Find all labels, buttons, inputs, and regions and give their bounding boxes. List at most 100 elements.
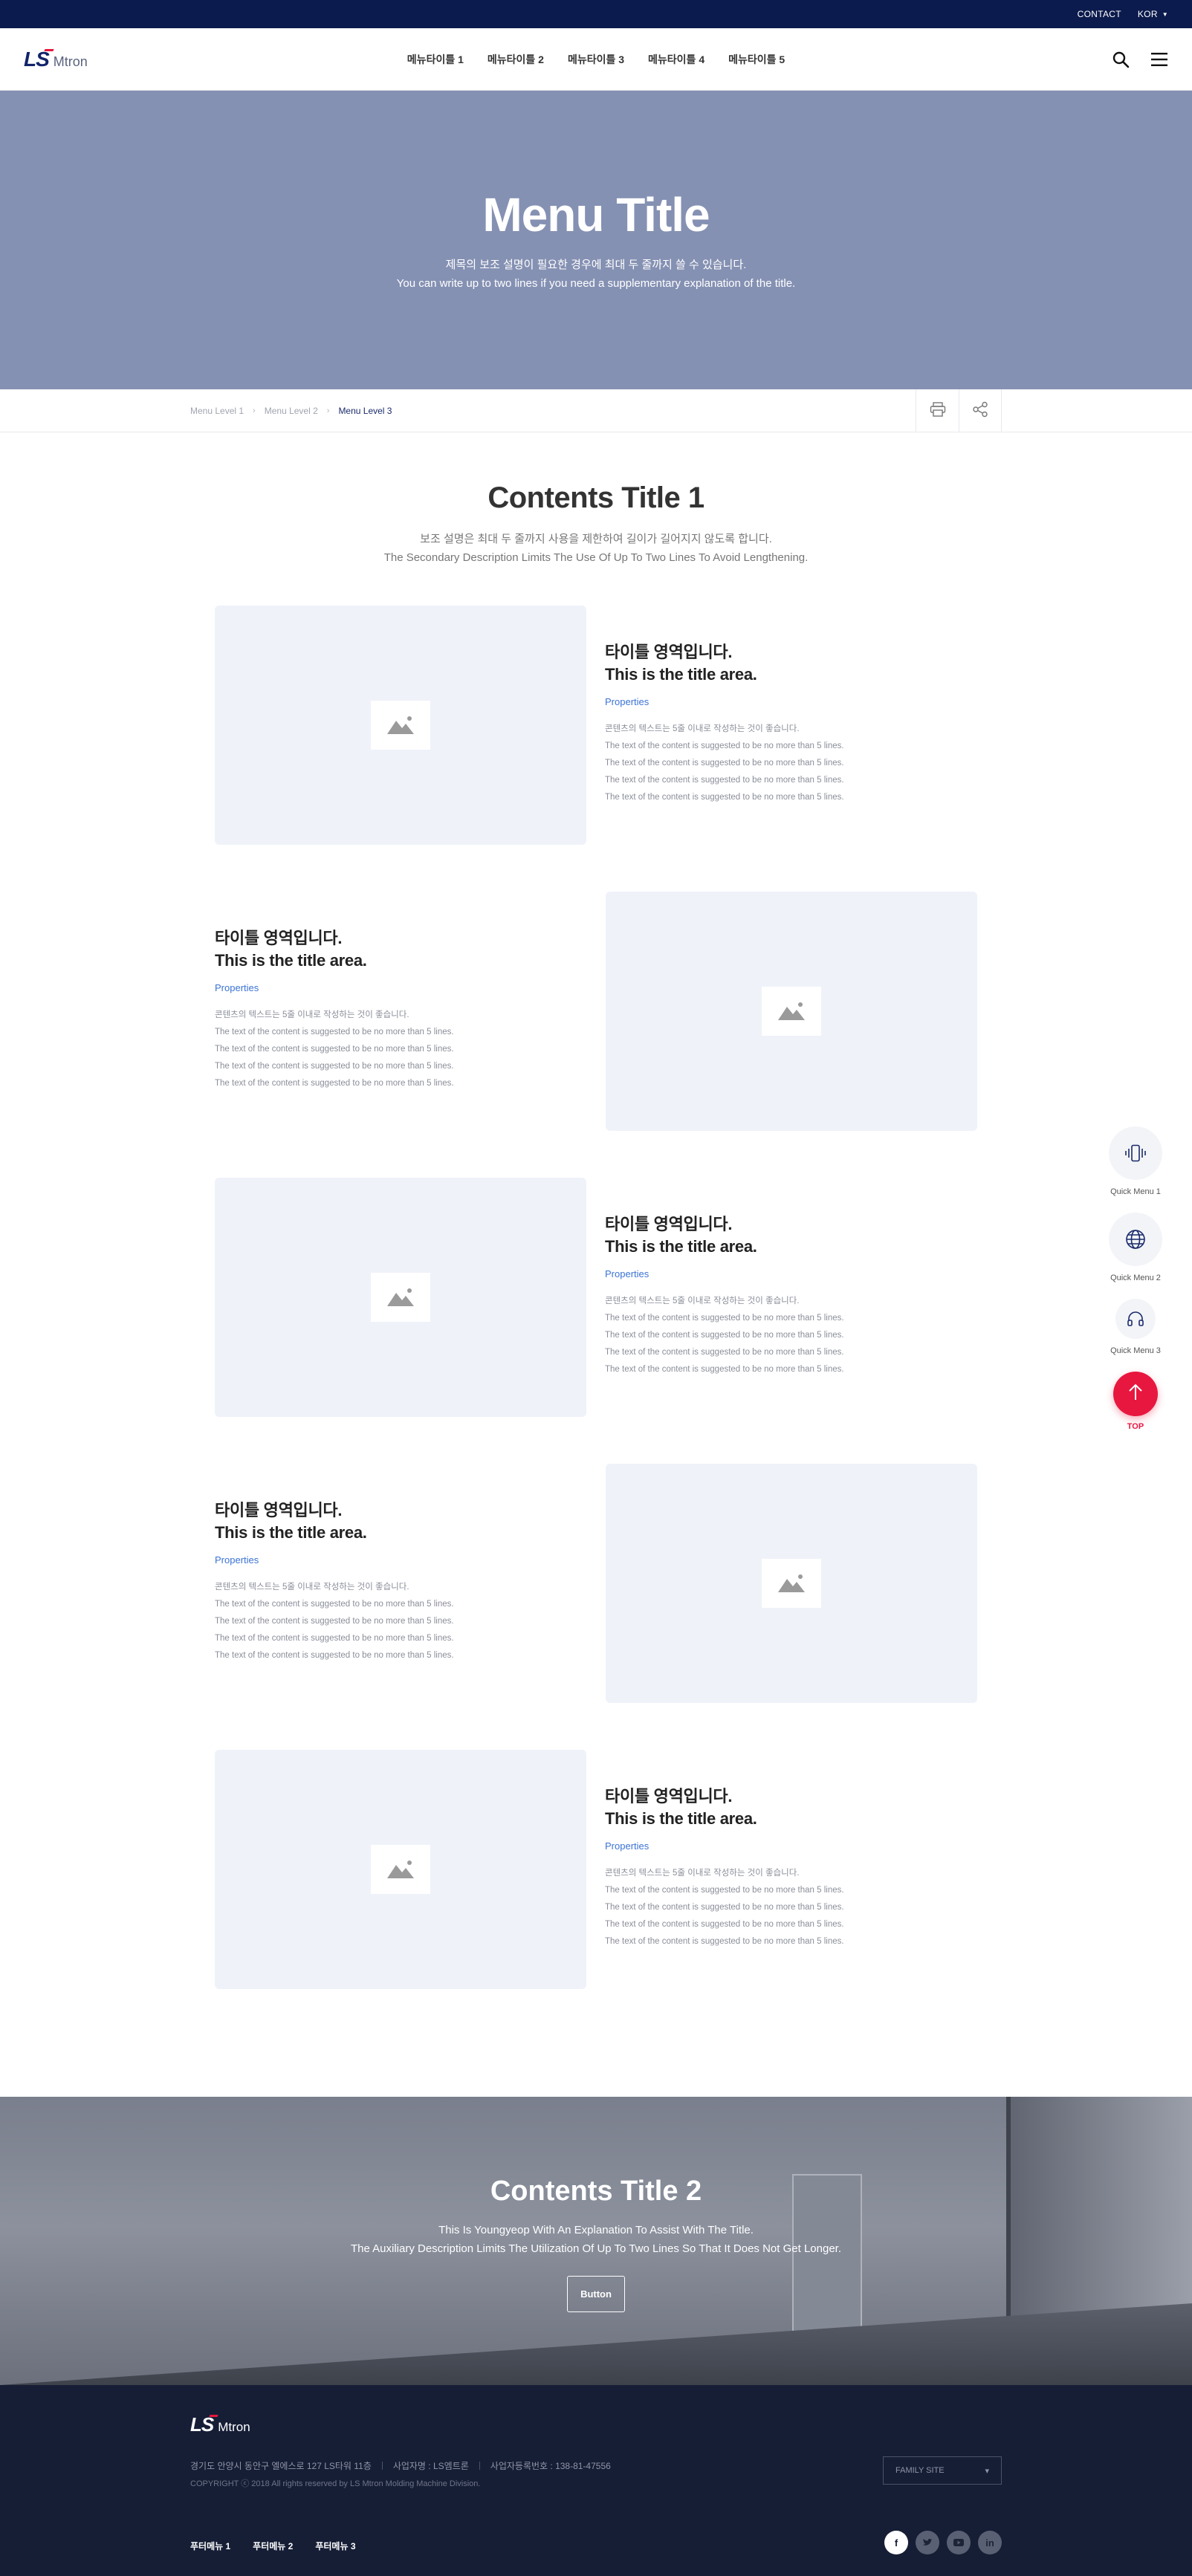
info-divider xyxy=(381,2462,383,2470)
contact-link[interactable]: CONTACT xyxy=(1078,9,1121,19)
description-line: The text of the content is suggested to … xyxy=(605,1365,844,1374)
nav-item-2[interactable]: 메뉴타이틀 2 xyxy=(488,52,544,67)
quick-menu-label: Quick Menu 1 xyxy=(1110,1187,1161,1196)
quick-menu-item-2[interactable]: Quick Menu 2 xyxy=(1108,1213,1163,1282)
page-hero: Menu Title 제목의 보조 설명이 필요한 경우에 최대 두 줄까지 쓸… xyxy=(0,91,1192,389)
content-title-en: This is the title area. xyxy=(605,1237,757,1256)
content-description: 콘텐츠의 텍스트는 5줄 이내로 작성하는 것이 좋습니다. The text … xyxy=(605,1865,902,1950)
content-description: 콘텐츠의 텍스트는 5줄 이내로 작성하는 것이 좋습니다. The text … xyxy=(215,1579,512,1664)
description-line: 콘텐츠의 텍스트는 5줄 이내로 작성하는 것이 좋습니다. xyxy=(605,1297,800,1305)
top-utility-bar: CONTACT KOR ▼ xyxy=(0,0,1192,28)
description-line: 콘텐츠의 텍스트는 5줄 이내로 작성하는 것이 좋습니다. xyxy=(605,724,800,733)
section-1-desc-en: The Secondary Description Limits The Use… xyxy=(383,551,809,564)
facebook-icon[interactable]: f xyxy=(884,2531,908,2554)
section-2-desc-1: This Is Youngyeop With An Explanation To… xyxy=(438,2224,754,2236)
content-row: 타이틀 영역입니다. This is the title area. Prope… xyxy=(0,1464,1192,1750)
print-button[interactable] xyxy=(916,389,959,432)
description-line: The text of the content is suggested to … xyxy=(215,1617,454,1626)
image-placeholder xyxy=(606,1464,977,1703)
content-description: 콘텐츠의 텍스트는 5줄 이내로 작성하는 것이 좋습니다. The text … xyxy=(605,1293,902,1378)
company-name: 사업자명 : LS엠트론 xyxy=(392,2461,469,2471)
nav-item-3[interactable]: 메뉴타이틀 3 xyxy=(568,52,624,67)
scroll-top-item[interactable]: TOP xyxy=(1108,1372,1163,1431)
site-header: LS Mtron 메뉴타이틀 1 메뉴타이틀 2 메뉴타이틀 3 메뉴타이틀 4… xyxy=(0,28,1192,91)
description-line: The text of the content is suggested to … xyxy=(605,1331,844,1340)
language-label: KOR xyxy=(1137,9,1158,19)
description-line: The text of the content is suggested to … xyxy=(215,1062,454,1071)
youtube-icon[interactable] xyxy=(947,2531,971,2554)
scroll-top-label: TOP xyxy=(1127,1422,1144,1431)
nav-item-4[interactable]: 메뉴타이틀 4 xyxy=(648,52,704,67)
content-title-ko: 타이틀 영역입니다. xyxy=(215,929,343,947)
image-icon xyxy=(371,701,430,750)
nav-item-1[interactable]: 메뉴타이틀 1 xyxy=(407,52,464,67)
hamburger-menu-icon[interactable] xyxy=(1150,51,1168,68)
content-text: 타이틀 영역입니다. This is the title area. Prope… xyxy=(605,1785,902,1950)
company-address: 경기도 안양시 동안구 엘에스로 127 LS타워 11층 xyxy=(190,2461,372,2471)
breadcrumb-level-1[interactable]: Menu Level 1 xyxy=(190,406,244,416)
image-icon xyxy=(371,1273,430,1322)
footer-logo-mark: LS xyxy=(190,2413,214,2436)
banner-button[interactable]: Button xyxy=(567,2276,625,2312)
description-line: The text of the content is suggested to … xyxy=(215,1045,454,1054)
description-line: The text of the content is suggested to … xyxy=(215,1634,454,1643)
description-line: The text of the content is suggested to … xyxy=(605,1314,844,1323)
chevron-right-icon: › xyxy=(253,406,256,415)
footer-link-3[interactable]: 푸터메뉴 3 xyxy=(315,2540,355,2552)
description-line: The text of the content is suggested to … xyxy=(215,1028,454,1036)
section-1-header: Contents Title 1 보조 설명은 최대 두 줄까지 사용을 제한하… xyxy=(0,481,1192,567)
content-text: 타이틀 영역입니다. This is the title area. Prope… xyxy=(215,927,512,1092)
header-actions xyxy=(1112,51,1168,68)
breadcrumb-level-3[interactable]: Menu Level 3 xyxy=(338,406,392,416)
description-line: The text of the content is suggested to … xyxy=(605,1937,844,1946)
chevron-right-icon: › xyxy=(326,406,330,415)
description-line: The text of the content is suggested to … xyxy=(215,1600,454,1609)
properties-link[interactable]: Properties xyxy=(605,1268,902,1279)
content-description: 콘텐츠의 텍스트는 5줄 이내로 작성하는 것이 좋습니다. The text … xyxy=(215,1007,512,1092)
quick-menu-item-3[interactable]: Quick Menu 3 xyxy=(1108,1299,1163,1355)
content-title-en: This is the title area. xyxy=(215,1523,367,1542)
site-footer: LS Mtron 경기도 안양시 동안구 엘에스로 127 LS타워 11층 사… xyxy=(0,2385,1192,2576)
logo-mark: LS xyxy=(24,47,50,71)
caret-down-icon: ▾ xyxy=(985,2466,989,2476)
footer-link-2[interactable]: 푸터메뉴 2 xyxy=(253,2540,293,2552)
content-rows: 타이틀 영역입니다. This is the title area. Prope… xyxy=(0,606,1192,2036)
description-line: The text of the content is suggested to … xyxy=(605,1903,844,1912)
search-icon[interactable] xyxy=(1112,51,1130,68)
footer-link-1[interactable]: 푸터메뉴 1 xyxy=(190,2540,230,2552)
scroll-to-top-button[interactable] xyxy=(1113,1372,1158,1416)
page-tools xyxy=(916,389,1002,432)
twitter-icon[interactable] xyxy=(916,2531,939,2554)
nav-item-5[interactable]: 메뉴타이틀 5 xyxy=(728,52,785,67)
description-line: The text of the content is suggested to … xyxy=(605,759,844,768)
linkedin-icon[interactable]: in xyxy=(978,2531,1002,2554)
quick-menu-item-1[interactable]: Quick Menu 1 xyxy=(1108,1126,1163,1196)
section-2-title: Contents Title 2 xyxy=(490,2176,702,2207)
properties-link[interactable]: Properties xyxy=(605,696,902,707)
description-line: 콘텐츠의 텍스트는 5줄 이내로 작성하는 것이 좋습니다. xyxy=(605,1869,800,1878)
headset-icon xyxy=(1115,1299,1156,1339)
image-placeholder xyxy=(215,1750,586,1989)
properties-link[interactable]: Properties xyxy=(215,982,512,993)
site-logo[interactable]: LS Mtron xyxy=(24,48,88,71)
description-line: The text of the content is suggested to … xyxy=(605,742,844,750)
page-title: Menu Title xyxy=(482,188,710,241)
image-placeholder xyxy=(215,606,586,845)
description-line: 콘텐츠의 텍스트는 5줄 이내로 작성하는 것이 좋습니다. xyxy=(215,1010,409,1019)
footer-logo[interactable]: LS Mtron xyxy=(190,2413,250,2436)
caret-down-icon: ▼ xyxy=(1162,10,1168,18)
description-line: The text of the content is suggested to … xyxy=(605,776,844,785)
print-icon xyxy=(930,401,946,421)
section-1-title: Contents Title 1 xyxy=(488,481,704,514)
content-title-en: This is the title area. xyxy=(605,1809,757,1828)
breadcrumb-level-2[interactable]: Menu Level 2 xyxy=(265,406,318,416)
language-selector[interactable]: KOR ▼ xyxy=(1138,9,1168,19)
family-site-label: FAMILY SITE xyxy=(895,2466,945,2475)
share-button[interactable] xyxy=(959,389,1002,432)
description-line: The text of the content is suggested to … xyxy=(605,793,844,802)
properties-link[interactable]: Properties xyxy=(215,1554,512,1566)
copyright: COPYRIGHT ⓒ 2018 All rights reserved by … xyxy=(190,2479,481,2488)
image-icon xyxy=(762,1559,821,1608)
properties-link[interactable]: Properties xyxy=(605,1840,902,1852)
family-site-select[interactable]: FAMILY SITE ▾ xyxy=(883,2456,1002,2485)
